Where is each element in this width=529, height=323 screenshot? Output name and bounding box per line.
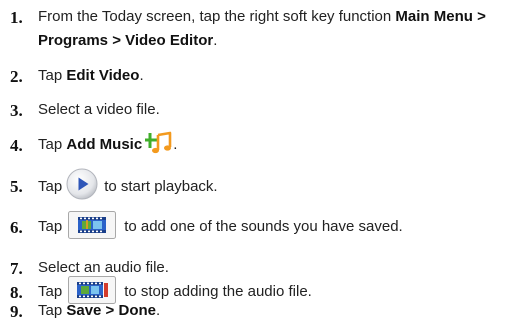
step-number: 4.	[10, 136, 23, 155]
step-number: 1.	[10, 8, 23, 27]
step-number: 7.	[10, 259, 23, 278]
step-number: 5.	[10, 177, 23, 196]
step-text: Select a video file.	[38, 101, 160, 118]
step-number: 3.	[10, 101, 23, 120]
step-text: From the Today screen, tap the right sof…	[38, 8, 486, 49]
step-text: Tap to start playback.	[38, 168, 523, 200]
step-number: 8.	[10, 283, 23, 302]
play-icon	[66, 168, 98, 200]
step-text: Tap Edit Video.	[38, 67, 144, 84]
step-number: 2.	[10, 67, 23, 86]
step-text: Tap	[38, 211, 523, 240]
step-text: Tap Add Music .	[38, 131, 523, 157]
step-text: Tap Save > Done.	[38, 302, 161, 319]
step-number: 9.	[10, 302, 23, 321]
step-number: 6.	[10, 218, 23, 237]
add-music-icon	[143, 131, 173, 155]
film-add-sound-icon	[68, 211, 117, 240]
